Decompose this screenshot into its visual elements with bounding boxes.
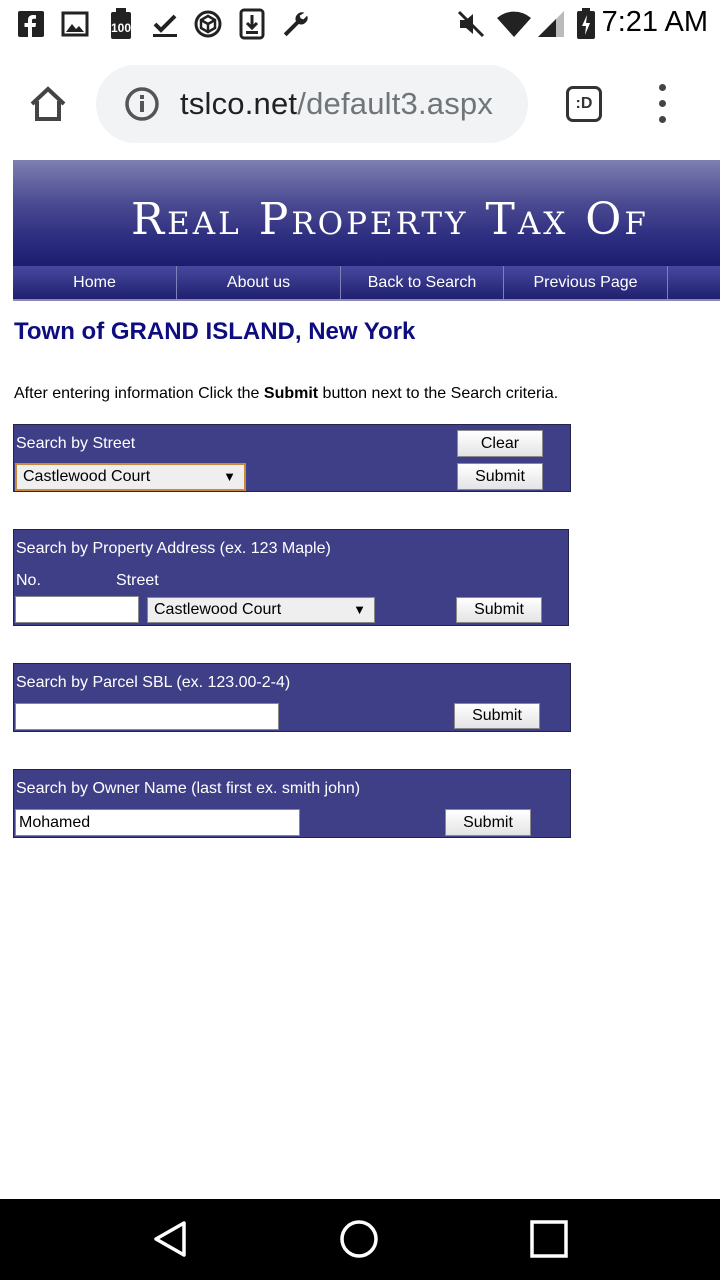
wifi-icon (496, 8, 532, 40)
back-icon[interactable] (150, 1219, 190, 1264)
address-street-select[interactable]: Castlewood Court ▼ (147, 597, 375, 623)
street-submit-button[interactable]: Submit (457, 463, 543, 490)
download-icon (237, 8, 267, 40)
street-search-label: Search by Street (16, 435, 136, 452)
url-host: tslco.net (180, 86, 298, 121)
owner-search-label: Search by Owner Name (last first ex. smi… (16, 780, 361, 797)
instructions-pre: After entering information Click the (14, 385, 264, 402)
gallery-icon (60, 8, 90, 40)
recents-icon[interactable] (529, 1219, 569, 1264)
url-text[interactable]: tslco.net/default3.aspx (180, 85, 493, 123)
cube-icon (193, 8, 223, 40)
dropdown-arrow-icon: ▼ (353, 602, 366, 617)
address-submit-button[interactable]: Submit (456, 597, 542, 623)
nav-back-to-search[interactable]: Back to Search (341, 266, 504, 299)
street-search-panel: Search by Street Clear Castlewood Court … (13, 424, 571, 492)
parcel-search-panel: Search by Parcel SBL (ex. 123.00-2-4) Su… (13, 663, 571, 732)
battery-charging-icon (574, 8, 598, 40)
home-icon[interactable] (26, 82, 70, 126)
address-search-label: Search by Property Address (ex. 123 Mapl… (16, 540, 331, 557)
street-select-value: Castlewood Court (23, 468, 151, 485)
address-street-select-value: Castlewood Court (154, 601, 282, 618)
instructions-post: button next to the Search criteria. (318, 385, 559, 402)
mute-icon (456, 8, 486, 40)
svg-text:100: 100 (111, 21, 131, 35)
house-number-input[interactable] (15, 596, 139, 623)
nav-home[interactable]: Home (13, 266, 177, 299)
clear-button[interactable]: Clear (457, 430, 543, 457)
nav-about-us[interactable]: About us (177, 266, 341, 299)
owner-search-panel: Search by Owner Name (last first ex. smi… (13, 769, 571, 838)
site-banner: Real Property Tax Of (13, 160, 720, 266)
info-icon[interactable] (124, 86, 160, 122)
status-bar: 100 7:21 AM (0, 0, 720, 50)
owner-name-input[interactable] (15, 809, 300, 836)
address-search-panel: Search by Property Address (ex. 123 Mapl… (13, 529, 569, 626)
signal-icon (536, 8, 566, 40)
parcel-search-label: Search by Parcel SBL (ex. 123.00-2-4) (16, 674, 291, 691)
banner-title: Real Property Tax Of (131, 194, 649, 245)
system-nav-bar (0, 1199, 720, 1280)
nav-previous-page[interactable]: Previous Page (504, 266, 668, 299)
home-circle-icon[interactable] (339, 1219, 379, 1264)
wrench-icon (280, 8, 310, 40)
house-number-label: No. (16, 572, 41, 589)
tab-switcher-button[interactable]: :D (566, 86, 602, 122)
instructions-bold: Submit (263, 385, 319, 402)
owner-submit-button[interactable]: Submit (445, 809, 531, 836)
address-bar[interactable]: tslco.net/default3.aspx (96, 65, 528, 143)
parcel-sbl-input[interactable] (15, 703, 279, 730)
parcel-submit-button[interactable]: Submit (454, 703, 540, 729)
facebook-icon (16, 8, 46, 40)
more-menu-icon[interactable] (652, 84, 672, 124)
instructions: After entering information Click the Sub… (14, 385, 558, 403)
download-done-icon (150, 8, 180, 40)
street-label: Street (116, 572, 159, 589)
clock: 7:21 AM (601, 6, 708, 38)
page-title: Town of GRAND ISLAND, New York (14, 318, 416, 345)
site-nav: Home About us Back to Search Previous Pa… (13, 266, 720, 301)
battery-100-icon: 100 (106, 8, 136, 40)
url-path: /default3.aspx (297, 86, 494, 121)
dropdown-arrow-icon: ▼ (223, 469, 236, 484)
street-select[interactable]: Castlewood Court ▼ (15, 463, 246, 491)
browser-toolbar: tslco.net/default3.aspx :D (0, 50, 720, 160)
